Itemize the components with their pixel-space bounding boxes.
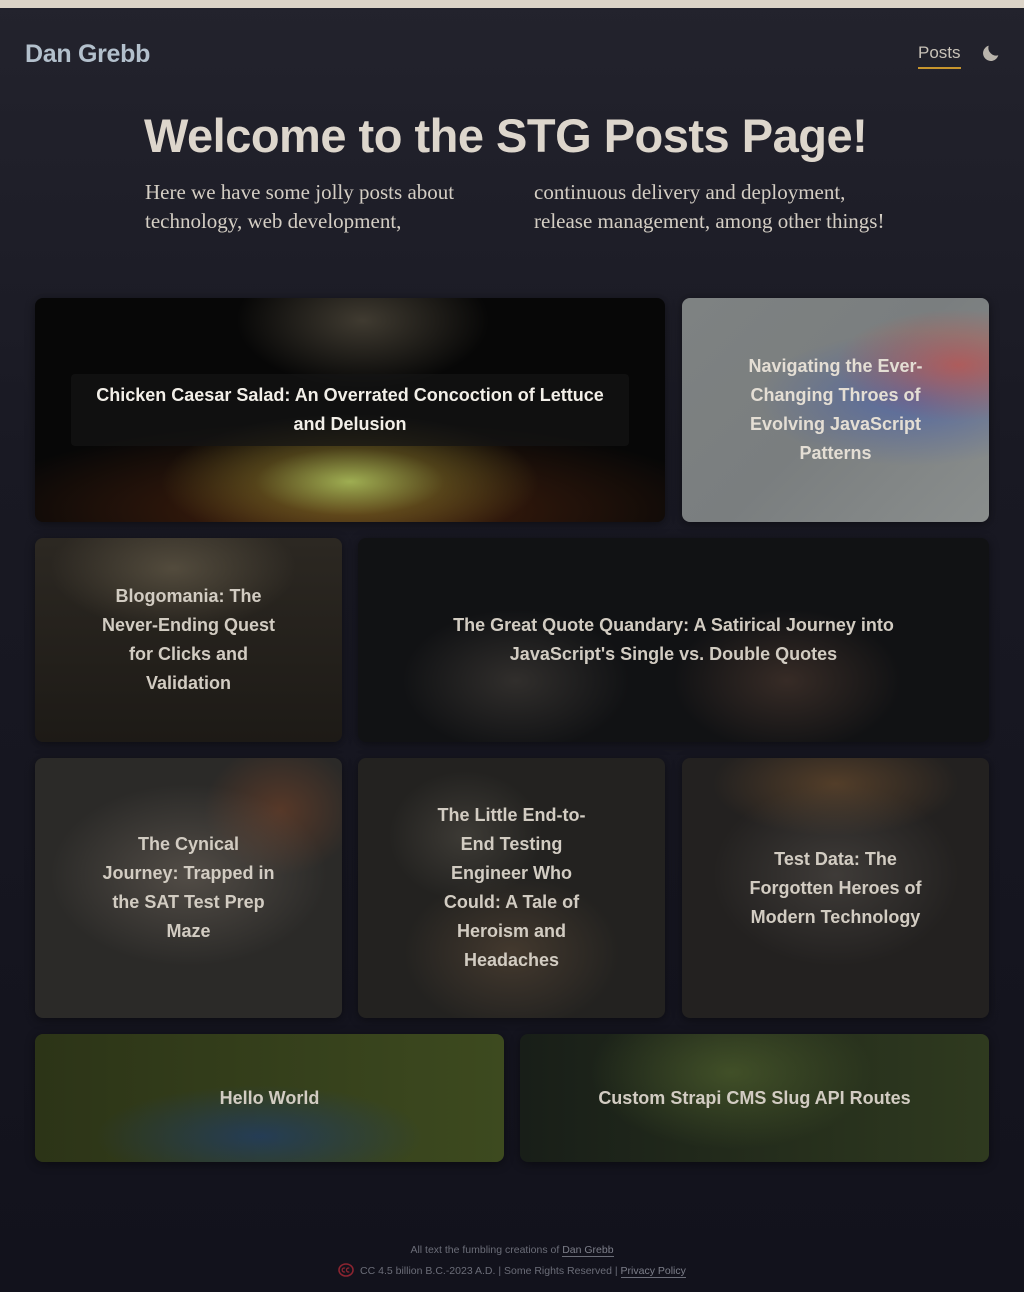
post-title: Hello World — [219, 1087, 320, 1108]
creative-commons-icon — [338, 1263, 354, 1277]
site-footer: All text the fumbling creations of Dan G… — [0, 1240, 1024, 1282]
post-card[interactable]: Navigating the Ever-Changing Throes of E… — [682, 298, 989, 522]
post-card[interactable]: The Great Quote Quandary: A Satirical Jo… — [358, 538, 989, 742]
post-title: The Great Quote Quandary: A Satirical Jo… — [453, 615, 894, 664]
post-title: Chicken Caesar Salad: An Overrated Conco… — [96, 385, 604, 434]
site-brand[interactable]: Dan Grebb — [25, 40, 150, 69]
post-card[interactable]: The Cynical Journey: Trapped in the SAT … — [35, 758, 342, 1018]
moon-icon — [983, 45, 999, 61]
post-title: Navigating the Ever-Changing Throes of E… — [748, 356, 923, 463]
post-title: Custom Strapi CMS Slug API Routes — [598, 1087, 911, 1108]
footer-license-line: CC 4.5 billion B.C.-2023 A.D. | Some Rig… — [0, 1261, 1024, 1282]
privacy-policy-link[interactable]: Privacy Policy — [620, 1265, 686, 1278]
footer-credit-line: All text the fumbling creations of Dan G… — [0, 1240, 1024, 1261]
post-title: Blogomania: The Never-Ending Quest for C… — [101, 586, 276, 693]
post-card[interactable]: Blogomania: The Never-Ending Quest for C… — [35, 538, 342, 742]
top-accent-strip — [0, 0, 1024, 8]
theme-toggle-button[interactable] — [980, 42, 1002, 64]
post-card[interactable]: Custom Strapi CMS Slug API Routes — [520, 1034, 989, 1162]
post-card[interactable]: Test Data: The Forgotten Heroes of Moder… — [682, 758, 989, 1018]
post-title: Test Data: The Forgotten Heroes of Moder… — [749, 848, 922, 927]
footer-license-text: CC 4.5 billion B.C.-2023 A.D. | Some Rig… — [360, 1265, 618, 1277]
page-description: Here we have some jolly posts about tech… — [145, 180, 885, 233]
nav-link-posts[interactable]: Posts — [918, 43, 961, 69]
post-card[interactable]: Hello World — [35, 1034, 504, 1162]
footer-author-link[interactable]: Dan Grebb — [562, 1244, 614, 1257]
page-title: Welcome to the STG Posts Page! — [144, 109, 868, 162]
footer-credit-text: All text the fumbling creations of — [410, 1244, 560, 1256]
post-title: The Cynical Journey: Trapped in the SAT … — [102, 834, 275, 941]
post-title: The Little End-to-End Testing Engineer W… — [437, 805, 586, 970]
post-card[interactable]: The Little End-to-End Testing Engineer W… — [358, 758, 665, 1018]
post-card[interactable]: Chicken Caesar Salad: An Overrated Conco… — [35, 298, 665, 522]
